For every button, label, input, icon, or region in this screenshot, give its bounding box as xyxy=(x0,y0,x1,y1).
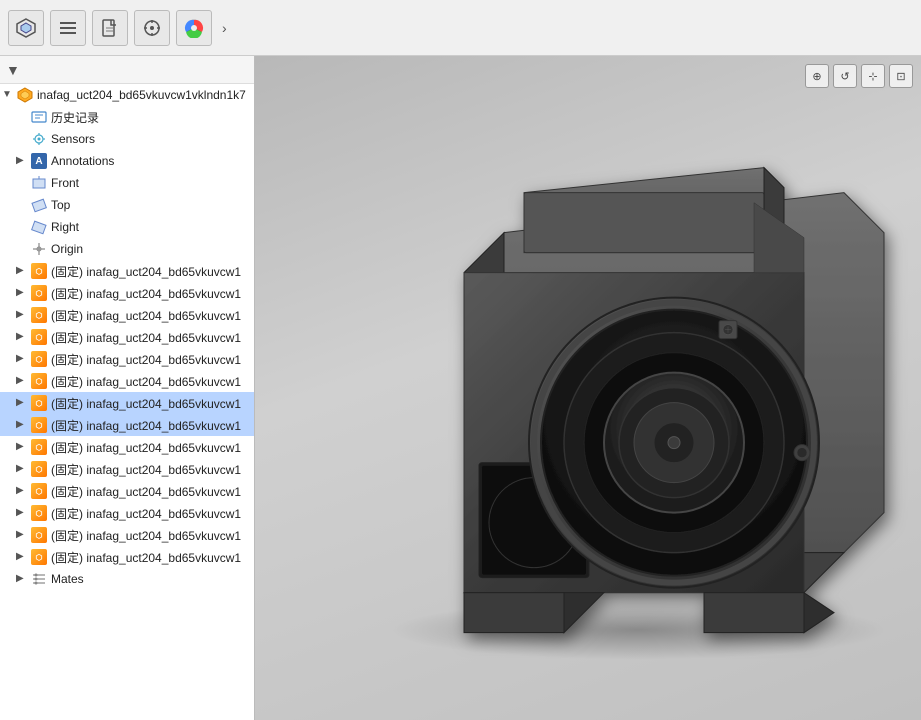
root-label: inafag_uct204_bd65vkuvcw1vklndn1k7 xyxy=(37,88,246,102)
tree-item-part-12[interactable]: ▶ ⬡ (固定) inafag_uct204_bd65vkuvcw1 xyxy=(0,502,254,524)
tree-item-part-11[interactable]: ▶ ⬡ (固定) inafag_uct204_bd65vkuvcw1 xyxy=(0,480,254,502)
tree-item-part-2[interactable]: ▶ ⬡ (固定) inafag_uct204_bd65vkuvcw1 xyxy=(0,282,254,304)
part-13-icon: ⬡ xyxy=(30,526,48,544)
mates-icon xyxy=(30,570,48,588)
filter-bar: ▼ xyxy=(0,56,254,84)
tree-item-part-4[interactable]: ▶ ⬡ (固定) inafag_uct204_bd65vkuvcw1 xyxy=(0,326,254,348)
root-icon xyxy=(16,86,34,104)
tree-item-front[interactable]: ▶ Front xyxy=(0,172,254,194)
3d-viewport[interactable]: ⊕ ↺ ⊹ ⊡ xyxy=(255,56,921,720)
front-label: Front xyxy=(51,176,79,190)
part-6-icon: ⬡ xyxy=(30,372,48,390)
right-plane-icon xyxy=(30,218,48,236)
top-plane-icon xyxy=(30,196,48,214)
crosshair-toolbar-btn[interactable] xyxy=(134,10,170,46)
part-14-label: (固定) inafag_uct204_bd65vkuvcw1 xyxy=(51,549,241,566)
tree-item-mates[interactable]: ▶ Mates xyxy=(0,568,254,590)
viewport-controls: ⊕ ↺ ⊹ ⊡ xyxy=(805,64,913,88)
part-9-label: (固定) inafag_uct204_bd65vkuvcw1 xyxy=(51,439,241,456)
tree-item-part-1[interactable]: ▶ ⬡ (固定) inafag_uct204_bd65vkuvcw1 xyxy=(0,260,254,282)
right-label: Right xyxy=(51,220,79,234)
main-area: ▼ ▼ inafag_uct204_bd65vkuvcw1vklndn1k7 ▶ xyxy=(0,56,921,720)
tree-item-part-5[interactable]: ▶ ⬡ (固定) inafag_uct204_bd65vkuvcw1 xyxy=(0,348,254,370)
part-8-label: (固定) inafag_uct204_bd65vkuvcw1 xyxy=(51,417,241,434)
tree-item-annotations[interactable]: ▶ A Annotations xyxy=(0,150,254,172)
part-11-icon: ⬡ xyxy=(30,482,48,500)
part-13-label: (固定) inafag_uct204_bd65vkuvcw1 xyxy=(51,527,241,544)
3d-model xyxy=(364,153,921,676)
mates-label: Mates xyxy=(51,572,84,586)
file-toolbar-btn[interactable] xyxy=(92,10,128,46)
part-4-icon: ⬡ xyxy=(30,328,48,346)
list-toolbar-btn[interactable] xyxy=(50,10,86,46)
part-10-label: (固定) inafag_uct204_bd65vkuvcw1 xyxy=(51,461,241,478)
part-5-icon: ⬡ xyxy=(30,350,48,368)
tree-content[interactable]: ▼ inafag_uct204_bd65vkuvcw1vklndn1k7 ▶ xyxy=(0,84,254,720)
tree-item-part-13[interactable]: ▶ ⬡ (固定) inafag_uct204_bd65vkuvcw1 xyxy=(0,524,254,546)
part-9-icon: ⬡ xyxy=(30,438,48,456)
tree-item-sensors[interactable]: ▶ Sensors xyxy=(0,128,254,150)
part-6-label: (固定) inafag_uct204_bd65vkuvcw1 xyxy=(51,373,241,390)
toolbar-expand-arrow[interactable]: › xyxy=(218,16,231,40)
part-4-label: (固定) inafag_uct204_bd65vkuvcw1 xyxy=(51,329,241,346)
tree-item-part-6[interactable]: ▶ ⬡ (固定) inafag_uct204_bd65vkuvcw1 xyxy=(0,370,254,392)
part-7-icon: ⬡ xyxy=(30,394,48,412)
annotations-icon: A xyxy=(30,152,48,170)
tree-root[interactable]: ▼ inafag_uct204_bd65vkuvcw1vklndn1k7 xyxy=(0,84,254,106)
part-1-icon: ⬡ xyxy=(30,262,48,280)
origin-label: Origin xyxy=(51,242,83,256)
viewport-fit-btn[interactable]: ⊡ xyxy=(889,64,913,88)
tree-item-part-9[interactable]: ▶ ⬡ (固定) inafag_uct204_bd65vkuvcw1 xyxy=(0,436,254,458)
part-3-icon: ⬡ xyxy=(30,306,48,324)
color-toolbar-btn[interactable] xyxy=(176,10,212,46)
history-label: 历史记录 xyxy=(51,109,99,126)
sensors-label: Sensors xyxy=(51,132,95,146)
tree-item-part-7[interactable]: ▶ ⬡ (固定) inafag_uct204_bd65vkuvcw1 xyxy=(0,392,254,414)
component-toolbar-btn[interactable] xyxy=(8,10,44,46)
viewport-rotate-btn[interactable]: ↺ xyxy=(833,64,857,88)
filter-icon[interactable]: ▼ xyxy=(6,62,20,78)
tree-item-history[interactable]: ▶ 历史记录 xyxy=(0,106,254,128)
toolbar: › xyxy=(0,0,921,56)
part-12-label: (固定) inafag_uct204_bd65vkuvcw1 xyxy=(51,505,241,522)
history-icon xyxy=(30,108,48,126)
part-8-icon: ⬡ xyxy=(30,416,48,434)
tree-item-part-14[interactable]: ▶ ⬡ (固定) inafag_uct204_bd65vkuvcw1 xyxy=(0,546,254,568)
part-5-label: (固定) inafag_uct204_bd65vkuvcw1 xyxy=(51,351,241,368)
top-label: Top xyxy=(51,198,70,212)
feature-tree-panel: ▼ ▼ inafag_uct204_bd65vkuvcw1vklndn1k7 ▶ xyxy=(0,56,255,720)
sensors-icon xyxy=(30,130,48,148)
part-2-icon: ⬡ xyxy=(30,284,48,302)
tree-item-origin[interactable]: ▶ Origin xyxy=(0,238,254,260)
model-svg xyxy=(364,153,921,673)
viewport-zoom-btn[interactable]: ⊕ xyxy=(805,64,829,88)
tree-item-part-10[interactable]: ▶ ⬡ (固定) inafag_uct204_bd65vkuvcw1 xyxy=(0,458,254,480)
part-7-label: (固定) inafag_uct204_bd65vkuvcw1 xyxy=(51,395,241,412)
viewport-pan-btn[interactable]: ⊹ xyxy=(861,64,885,88)
tree-item-part-3[interactable]: ▶ ⬡ (固定) inafag_uct204_bd65vkuvcw1 xyxy=(0,304,254,326)
part-11-label: (固定) inafag_uct204_bd65vkuvcw1 xyxy=(51,483,241,500)
tree-item-part-8[interactable]: ▶ ⬡ (固定) inafag_uct204_bd65vkuvcw1 xyxy=(0,414,254,436)
part-3-label: (固定) inafag_uct204_bd65vkuvcw1 xyxy=(51,307,241,324)
part-2-label: (固定) inafag_uct204_bd65vkuvcw1 xyxy=(51,285,241,302)
part-14-icon: ⬡ xyxy=(30,548,48,566)
tree-item-right[interactable]: ▶ Right xyxy=(0,216,254,238)
root-expand-arrow[interactable]: ▼ xyxy=(2,89,14,101)
part-10-icon: ⬡ xyxy=(30,460,48,478)
annotations-label: Annotations xyxy=(51,154,114,168)
tree-item-top[interactable]: ▶ Top xyxy=(0,194,254,216)
part-1-label: (固定) inafag_uct204_bd65vkuvcw1 xyxy=(51,263,241,280)
origin-icon xyxy=(30,240,48,258)
front-plane-icon xyxy=(30,174,48,192)
part-12-icon: ⬡ xyxy=(30,504,48,522)
